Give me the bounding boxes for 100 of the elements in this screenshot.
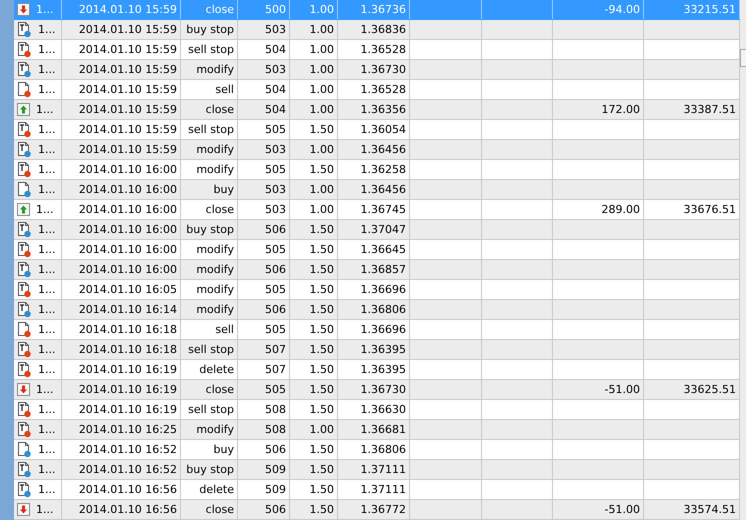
table-cell: modify <box>196 63 234 76</box>
table-cell: 1... <box>38 303 56 316</box>
pending-order-icon <box>17 402 32 418</box>
table-cell: 1.37111 <box>360 483 406 496</box>
table-cell: 2014.01.10 15:59 <box>78 63 177 76</box>
table-cell: 1.00 <box>310 183 334 196</box>
table-cell: 1.50 <box>310 163 334 176</box>
table-cell: 1... <box>38 483 56 496</box>
table-cell: 504 <box>265 83 286 96</box>
table-cell: 1.50 <box>310 463 334 476</box>
table-row[interactable]: 1... 2014.01.10 16:18 sell stop 507 1.50 1.36395 <box>14 340 740 360</box>
table-cell: 505 <box>265 243 286 256</box>
table-row[interactable]: 1... 2014.01.10 16:00 buy 503 1.00 1.36456 <box>14 180 740 200</box>
table-cell: modify <box>196 243 234 256</box>
table-cell: 1... <box>38 143 56 156</box>
table-row[interactable]: 1... 2014.01.10 16:00 modify 506 1.50 1.36857 <box>14 260 740 280</box>
pending-order-icon <box>17 222 32 238</box>
table-cell: 1.50 <box>310 123 334 136</box>
table-cell: buy stop <box>186 463 234 476</box>
table-cell: 1.36395 <box>360 363 406 376</box>
table-cell: sell stop <box>188 403 234 416</box>
pending-order-icon <box>17 282 32 298</box>
table-cell: 1.36730 <box>360 63 406 76</box>
table-cell: 1.36730 <box>360 383 406 396</box>
table-cell: 1.00 <box>310 103 334 116</box>
table-cell: delete <box>199 483 234 496</box>
table-cell: sell <box>215 83 234 96</box>
table-row[interactable]: 1... 2014.01.10 16:52 buy stop 509 1.50 1.37111 <box>14 460 740 480</box>
table-cell: 33574.51 <box>684 503 736 516</box>
pending-order-icon <box>17 342 32 358</box>
table-cell: 1.00 <box>310 63 334 76</box>
table-cell: 1.50 <box>310 503 334 516</box>
table-cell: 2014.01.10 16:52 <box>78 443 177 456</box>
table-cell: 2014.01.10 16:00 <box>78 183 177 196</box>
table-cell: 2014.01.10 16:00 <box>78 203 177 216</box>
table-row[interactable]: 1... 2014.01.10 16:19 delete 507 1.50 1.36395 <box>14 360 740 380</box>
table-cell: 1... <box>38 63 56 76</box>
table-cell: 508 <box>265 423 286 436</box>
table-cell: 2014.01.10 16:00 <box>78 243 177 256</box>
table-cell: 2014.01.10 15:59 <box>78 3 177 16</box>
table-cell: 503 <box>265 143 286 156</box>
table-cell: 1... <box>38 463 56 476</box>
pending-order-icon <box>17 462 32 478</box>
table-cell: -94.00 <box>604 3 640 16</box>
table-row[interactable]: 1... 2014.01.10 16:19 close 505 1.50 1.36730 -51.00 33625.51 <box>14 380 740 400</box>
table-cell: sell stop <box>188 43 234 56</box>
table-cell: 1... <box>36 383 54 396</box>
table-row[interactable]: 1... 2014.01.10 15:59 sell 504 1.00 1.36528 <box>14 80 740 100</box>
table-cell: delete <box>199 363 234 376</box>
table-cell: 1.50 <box>310 243 334 256</box>
table-cell: 1... <box>38 223 56 236</box>
table-cell: 1.50 <box>310 403 334 416</box>
table-cell: close <box>206 503 234 516</box>
table-cell: 1.36528 <box>360 43 406 56</box>
table-cell: 2014.01.10 16:18 <box>78 323 177 336</box>
table-cell: 1... <box>38 423 56 436</box>
table-row[interactable]: 1... 2014.01.10 16:14 modify 506 1.50 1.36806 <box>14 300 740 320</box>
table-cell: 1... <box>38 43 56 56</box>
table-cell: buy <box>214 183 234 196</box>
table-row[interactable]: 1... 2014.01.10 16:00 buy stop 506 1.50 1.37047 <box>14 220 740 240</box>
table-row[interactable]: 1... 2014.01.10 15:59 close 504 1.00 1.36356 172.00 33387.51 <box>14 100 740 120</box>
table-cell: 1... <box>38 363 56 376</box>
table-cell: 506 <box>265 303 286 316</box>
table-row[interactable]: 1... 2014.01.10 16:56 delete 509 1.50 1.37111 <box>14 480 740 500</box>
table-cell: 1... <box>38 323 56 336</box>
table-cell: close <box>206 383 234 396</box>
down-arrow-icon <box>17 3 30 16</box>
table-cell: 506 <box>265 223 286 236</box>
table-cell: 1.36645 <box>360 243 406 256</box>
table-cell: 2014.01.10 16:00 <box>78 163 177 176</box>
document-icon <box>17 182 32 198</box>
table-cell: 1.00 <box>310 203 334 216</box>
table-cell: 2014.01.10 15:59 <box>78 123 177 136</box>
table-cell: 1... <box>36 203 54 216</box>
table-cell: 33625.51 <box>684 383 736 396</box>
table-row[interactable]: 1... 2014.01.10 15:59 modify 503 1.00 1.36456 <box>14 140 740 160</box>
table-cell: -51.00 <box>604 383 640 396</box>
table-cell: 2014.01.10 16:19 <box>78 403 177 416</box>
table-cell: 1... <box>38 263 56 276</box>
table-row[interactable]: 1... 2014.01.10 15:59 modify 503 1.00 1.36730 <box>14 60 740 80</box>
table-cell: 505 <box>265 163 286 176</box>
table-cell: 2014.01.10 15:59 <box>78 23 177 36</box>
table-cell: 1.36528 <box>360 83 406 96</box>
table-row[interactable]: 1... 2014.01.10 15:59 buy stop 503 1.00 1.36836 <box>14 20 740 40</box>
table-row[interactable]: 1... 2014.01.10 16:25 modify 508 1.00 1.36681 <box>14 420 740 440</box>
table-cell: 1.37047 <box>360 223 406 236</box>
table-row[interactable]: 1... 2014.01.10 16:56 close 506 1.50 1.36772 -51.00 33574.51 <box>14 500 740 520</box>
table-cell: 1.36630 <box>360 403 406 416</box>
pending-order-icon <box>17 262 32 278</box>
table-cell: buy <box>214 443 234 456</box>
table-cell: 1.36696 <box>360 283 406 296</box>
table-cell: 1.36681 <box>360 423 406 436</box>
table-cell: 504 <box>265 43 286 56</box>
table-cell: 1.00 <box>310 143 334 156</box>
table-cell: 1.36696 <box>360 323 406 336</box>
table-cell: 2014.01.10 15:59 <box>78 103 177 116</box>
table-cell: 1.36857 <box>360 263 406 276</box>
table-cell: 1.36054 <box>360 123 406 136</box>
table-cell: 507 <box>265 363 286 376</box>
table-cell: 2014.01.10 16:18 <box>78 343 177 356</box>
